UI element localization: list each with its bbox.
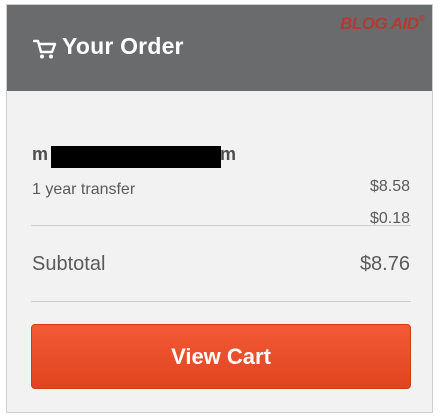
domain-name: m n.com bbox=[32, 144, 412, 168]
line-item-label: 1 year transfer bbox=[32, 181, 136, 198]
blog-aid-watermark: BLOG AID® bbox=[340, 14, 424, 34]
watermark-text: BLOG AID bbox=[340, 14, 419, 33]
redaction-bar bbox=[51, 146, 221, 168]
order-header: Your Order BLOG AID® bbox=[7, 5, 432, 91]
line-item-price: $8.58 bbox=[369, 178, 410, 195]
order-title: Your Order bbox=[62, 33, 184, 59]
subtotal-label: Subtotal bbox=[32, 253, 106, 275]
order-summary-card: Your Order BLOG AID® m n.com 1 year tran… bbox=[6, 4, 433, 413]
view-cart-button[interactable]: View Cart bbox=[31, 324, 411, 389]
divider bbox=[31, 301, 411, 302]
cart-icon bbox=[33, 39, 57, 59]
domain-prefix: m bbox=[32, 144, 49, 164]
divider bbox=[31, 225, 411, 226]
subtotal-value: $8.76 bbox=[359, 253, 410, 275]
watermark-mark: ® bbox=[418, 14, 425, 23]
